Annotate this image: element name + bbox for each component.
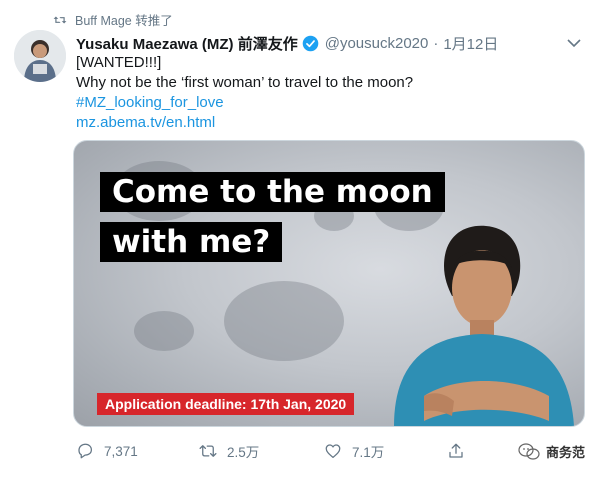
header-separator: ·: [433, 35, 439, 52]
tweet-text: [WANTED!!!] Why not be the ‘first woman’…: [76, 53, 413, 133]
retweet-action-icon: [199, 445, 217, 457]
url-link[interactable]: mz.abema.tv/en.html: [76, 113, 413, 133]
verified-badge-icon: [302, 35, 319, 52]
share-button[interactable]: [447, 442, 477, 460]
hashtag-link[interactable]: #MZ_looking_for_love: [76, 93, 413, 113]
tweet-actions: 7,371 2.5万 7.1万: [76, 441, 586, 461]
author-handle[interactable]: @yousuck2020: [325, 35, 429, 52]
media-headline-line2: with me?: [100, 222, 283, 262]
retweet-context[interactable]: Buff Mage 转推了: [53, 10, 173, 29]
reply-count: 7,371: [104, 443, 138, 459]
application-deadline-banner: Application deadline: 17th Jan, 2020: [97, 393, 355, 415]
avatar-image: [14, 30, 66, 82]
tweet-line-wanted: [WANTED!!!]: [76, 54, 162, 71]
retweet-count: 2.5万: [227, 445, 260, 460]
like-count: 7.1万: [352, 445, 385, 460]
share-icon: [449, 443, 463, 458]
wechat-logo-icon: [518, 442, 540, 460]
avatar[interactable]: [14, 30, 66, 82]
like-button[interactable]: 7.1万: [324, 441, 447, 461]
retweet-label: Buff Mage 转推了: [75, 14, 173, 28]
tweet-header: Yusaku Maezawa (MZ) 前澤友作 @yousuck2020 · …: [76, 33, 498, 54]
reply-icon: [78, 443, 93, 459]
retweet-icon: [53, 16, 67, 23]
author-name[interactable]: Yusaku Maezawa (MZ) 前澤友作: [76, 33, 298, 54]
tweet-media-image[interactable]: Come to the moon with me? Application de…: [73, 140, 585, 427]
person-illustration: [394, 225, 574, 426]
watermark-text: 商务范: [545, 445, 585, 460]
watermark: 商务范: [518, 442, 585, 461]
retweet-button[interactable]: 2.5万: [199, 441, 324, 461]
reply-button[interactable]: 7,371: [76, 442, 199, 460]
tweet-timestamp[interactable]: 1月12日: [443, 33, 498, 54]
chevron-down-icon[interactable]: [567, 38, 581, 48]
heart-icon: [325, 444, 341, 459]
tweet-line-question: Why not be the ‘first woman’ to travel t…: [76, 74, 414, 91]
